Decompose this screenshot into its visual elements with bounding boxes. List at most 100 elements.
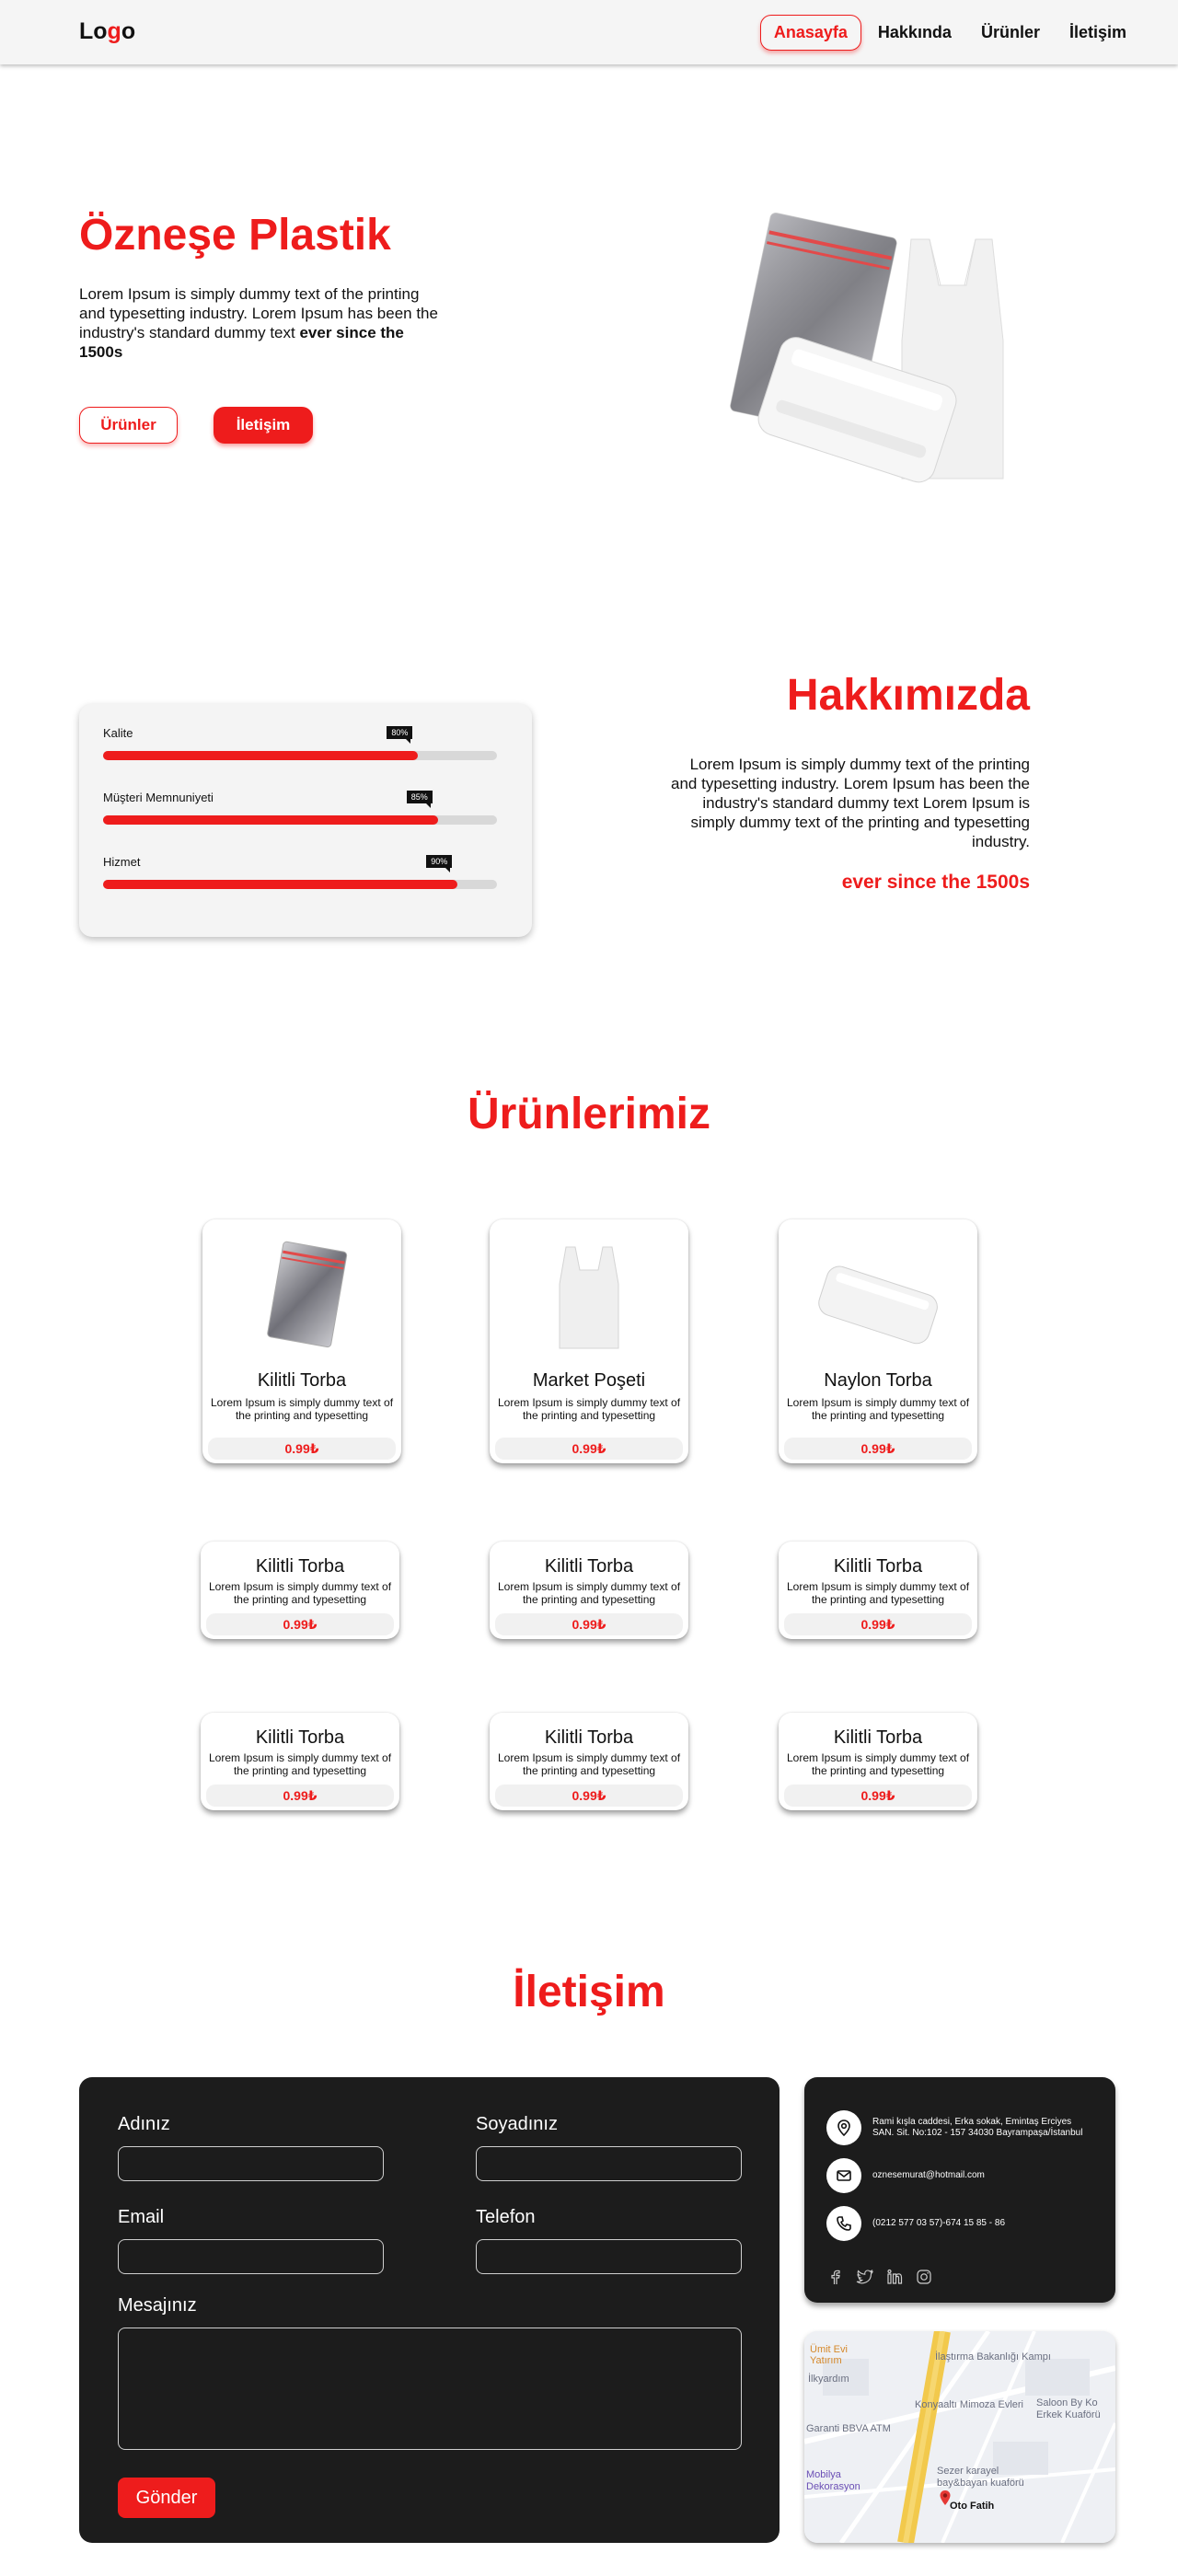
- product-name: Kilitli Torba: [255, 1727, 345, 1748]
- nav-link-home[interactable]: Anasayfa: [759, 15, 861, 51]
- product-image-nylon-bag: [804, 1238, 952, 1357]
- phone-text[interactable]: (0212 577 03 57)-674 15 85 - 86: [872, 2218, 1093, 2229]
- skill-quality: Kalite 80%: [103, 726, 497, 760]
- nav-link-products[interactable]: Ürünler: [968, 16, 1053, 50]
- product-price: 0.99₺: [208, 1438, 396, 1460]
- skill-fill: [103, 751, 419, 760]
- product-card[interactable]: Naylon Torba Lorem Ipsum is simply dummy…: [779, 1219, 977, 1463]
- skills-card: Kalite 80% Müşteri Memnuniyeti 85% Hizme…: [79, 704, 532, 937]
- location-pin-icon: [826, 2110, 861, 2145]
- logo-text-end: o: [121, 18, 136, 44]
- email-row: oznesemurat@hotmail.com: [826, 2158, 1093, 2193]
- product-name: Naylon Torba: [824, 1370, 932, 1391]
- about-title: Hakkımızda: [786, 671, 1030, 720]
- product-card[interactable]: Market Poşeti Lorem Ipsum is simply dumm…: [490, 1219, 688, 1463]
- products-title: Ürünlerimiz: [467, 1090, 711, 1138]
- skill-label: Kalite: [103, 726, 133, 740]
- phone-label: Telefon: [476, 2207, 536, 2227]
- location-map[interactable]: Ümit Evi Yatırım İlkyardım İlaştırma Bak…: [804, 2331, 1115, 2543]
- address-row: Rami kışla caddesi, Erka sokak, Emintaş …: [826, 2110, 1093, 2145]
- product-card[interactable]: Kilitli Torba Lorem Ipsum is simply dumm…: [490, 1542, 688, 1639]
- send-button[interactable]: Gönder: [118, 2478, 215, 2518]
- address-text: Rami kışla caddesi, Erka sokak, Emintaş …: [872, 2117, 1083, 2138]
- product-card[interactable]: Kilitli Torba Lorem Ipsum is simply dumm…: [779, 1542, 977, 1639]
- product-card[interactable]: Kilitli Torba Lorem Ipsum is simply dumm…: [779, 1713, 977, 1810]
- product-name: Kilitli Torba: [833, 1727, 923, 1748]
- product-description: Lorem Ipsum is simply dummy text of the …: [497, 1396, 681, 1422]
- nav-links: Anasayfa Hakkında Ürünler İletişim: [756, 15, 1139, 51]
- phone-input[interactable]: [476, 2239, 742, 2274]
- contact-form: Adınız Soyadınız Email Telefon Mesajınız…: [79, 2077, 780, 2543]
- twitter-icon[interactable]: [856, 2268, 874, 2286]
- last-name-input[interactable]: [476, 2146, 742, 2181]
- logo[interactable]: Logo: [79, 18, 135, 45]
- logo-text-accent: g: [107, 18, 121, 44]
- skill-fill: [103, 880, 458, 889]
- product-name: Kilitli Torba: [833, 1556, 923, 1577]
- hero-text: Lorem Ipsum is simply dummy text of the …: [79, 284, 447, 362]
- skill-fill: [103, 815, 438, 825]
- product-price: 0.99₺: [495, 1785, 683, 1807]
- product-description: Lorem Ipsum is simply dummy text of the …: [208, 1751, 392, 1777]
- hero-title: Özneşe Plastik: [79, 211, 391, 260]
- map-label: Saloon By Ko Erkek Kuaförü: [1036, 2397, 1101, 2420]
- message-label: Mesajınız: [118, 2295, 197, 2316]
- map-label: Garanti BBVA ATM: [806, 2423, 891, 2434]
- about-text: Lorem Ipsum is simply dummy text of the …: [671, 756, 1030, 850]
- facebook-icon[interactable]: [826, 2268, 845, 2286]
- hero-products-button[interactable]: Ürünler: [79, 407, 178, 444]
- social-links: [826, 2268, 933, 2286]
- product-price: 0.99₺: [495, 1438, 683, 1460]
- map-label: Ümit Evi: [810, 2344, 848, 2355]
- product-description: Lorem Ipsum is simply dummy text of the …: [786, 1396, 970, 1422]
- product-description: Lorem Ipsum is simply dummy text of the …: [210, 1396, 394, 1422]
- product-price: 0.99₺: [495, 1613, 683, 1635]
- product-name: Kilitli Torba: [544, 1556, 634, 1577]
- product-card[interactable]: Kilitli Torba Lorem Ipsum is simply dumm…: [490, 1713, 688, 1810]
- hero-contact-button[interactable]: İletişim: [214, 407, 313, 444]
- skill-service: Hizmet 90%: [103, 855, 497, 889]
- email-text[interactable]: oznesemurat@hotmail.com: [872, 2170, 1093, 2181]
- skill-satisfaction: Müşteri Memnuniyeti 85%: [103, 791, 497, 825]
- skill-percent-tooltip: 90%: [426, 855, 453, 872]
- product-name: Kilitli Torba: [257, 1370, 347, 1391]
- product-card[interactable]: Kilitli Torba Lorem Ipsum is simply dumm…: [202, 1219, 401, 1463]
- product-card[interactable]: Kilitli Torba Lorem Ipsum is simply dumm…: [201, 1542, 399, 1639]
- product-name: Market Poşeti: [532, 1370, 646, 1391]
- map-label: İlkyardım: [808, 2374, 849, 2385]
- map-label: Mobilya Dekorasyon: [806, 2469, 860, 2492]
- phone-row: (0212 577 03 57)-674 15 85 - 86: [826, 2206, 1093, 2241]
- contact-title: İletişim: [513, 1968, 665, 2016]
- linkedin-icon[interactable]: [885, 2268, 904, 2286]
- product-card[interactable]: Kilitli Torba Lorem Ipsum is simply dumm…: [201, 1713, 399, 1810]
- nav-link-contact[interactable]: İletişim: [1057, 16, 1139, 50]
- product-price: 0.99₺: [784, 1785, 972, 1807]
- last-name-label: Soyadınız: [476, 2114, 558, 2134]
- map-label: Konyaaltı Mimoza Evleri: [915, 2399, 1023, 2410]
- mail-icon: [826, 2158, 861, 2193]
- skill-track: [103, 815, 497, 825]
- product-image-zip-bag: [228, 1238, 375, 1357]
- first-name-input[interactable]: [118, 2146, 384, 2181]
- product-description: Lorem Ipsum is simply dummy text of the …: [497, 1751, 681, 1777]
- skill-percent-tooltip: 80%: [387, 726, 413, 744]
- about-subtitle: ever since the 1500s: [841, 872, 1030, 893]
- first-name-label: Adınız: [118, 2114, 170, 2134]
- skill-label: Müşteri Memnuniyeti: [103, 791, 214, 804]
- product-price: 0.99₺: [784, 1438, 972, 1460]
- map-pin-icon: [939, 2489, 952, 2511]
- email-label: Email: [118, 2207, 165, 2227]
- map-label: Sezer karayel bay&bayan kuaförü: [937, 2466, 1024, 2489]
- skill-percent-tooltip: 85%: [406, 791, 433, 808]
- message-textarea[interactable]: [118, 2328, 742, 2450]
- product-name: Kilitli Torba: [255, 1556, 345, 1577]
- email-input[interactable]: [118, 2239, 384, 2274]
- navbar: Logo Anasayfa Hakkında Ürünler İletişim: [0, 0, 1178, 64]
- contact-info-panel: Rami kışla caddesi, Erka sokak, Emintaş …: [804, 2077, 1115, 2303]
- product-image-market-bag: [515, 1238, 663, 1357]
- instagram-icon[interactable]: [915, 2268, 933, 2286]
- nav-link-about[interactable]: Hakkında: [865, 16, 964, 50]
- map-label: Yatırım: [810, 2355, 842, 2366]
- product-description: Lorem Ipsum is simply dummy text of the …: [786, 1751, 970, 1777]
- product-name: Kilitli Torba: [544, 1727, 634, 1748]
